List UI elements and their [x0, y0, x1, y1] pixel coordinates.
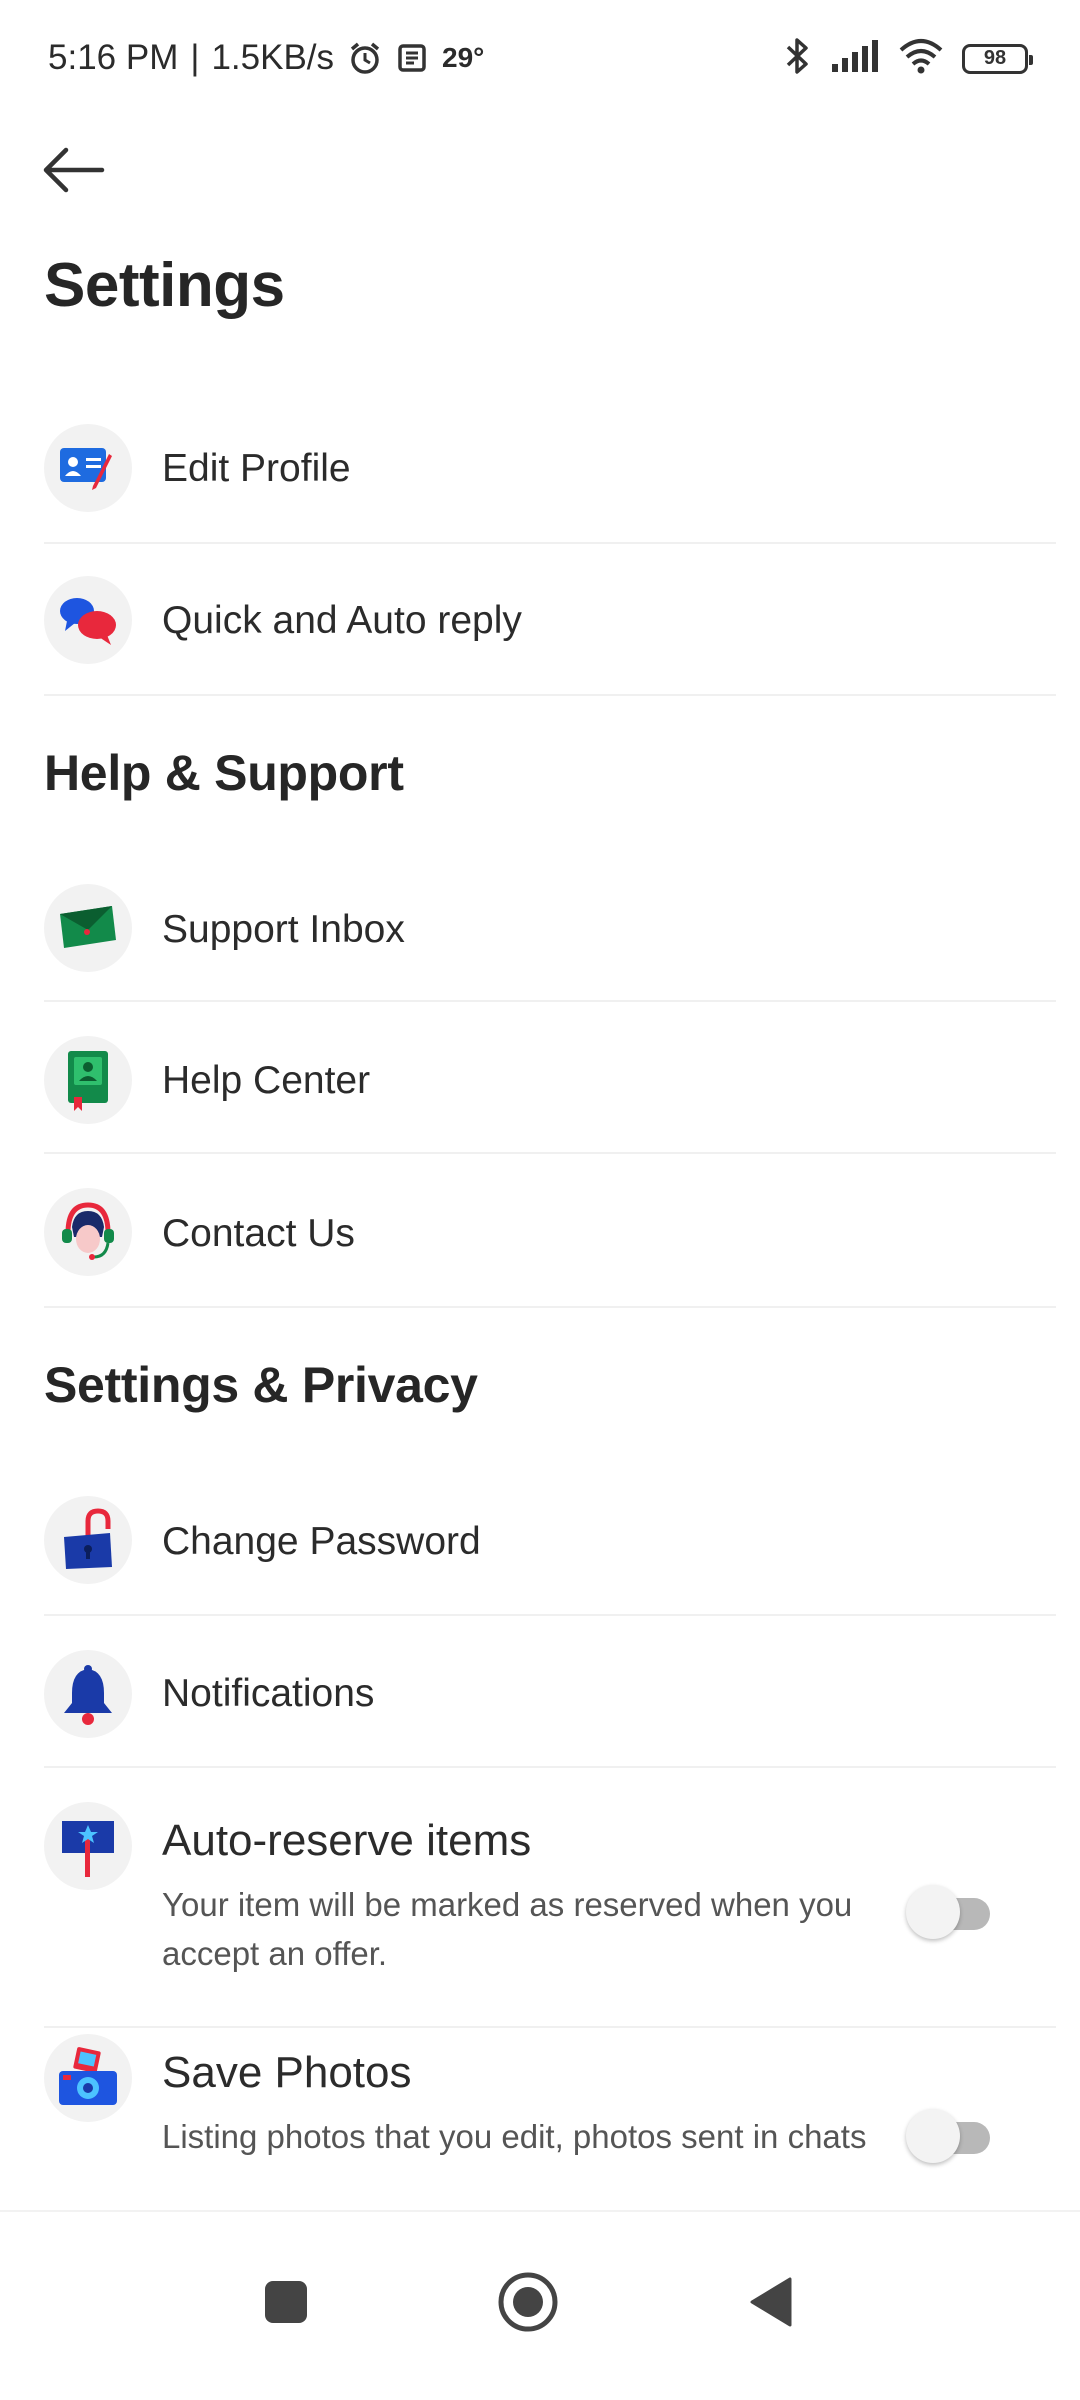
toggle-knob	[906, 1885, 960, 1939]
edit-profile-item[interactable]: Edit Profile	[44, 420, 1056, 544]
toggle-knob	[906, 2109, 960, 2163]
quick-reply-label: Quick and Auto reply	[162, 599, 522, 642]
support-inbox-label: Support Inbox	[162, 908, 405, 951]
help-center-label: Help Center	[162, 1059, 371, 1102]
bell-icon	[44, 1650, 132, 1738]
camera-icon	[44, 2034, 132, 2122]
square-icon	[265, 2281, 307, 2323]
news-icon	[396, 41, 430, 75]
status-bar: 5:16 PM | 1.5KB/s 29° 98	[0, 0, 1080, 120]
profile-card-icon	[44, 424, 132, 512]
bluetooth-icon	[782, 36, 812, 81]
settings-privacy-heading: Settings & Privacy	[44, 1357, 478, 1413]
home-button[interactable]	[478, 2252, 578, 2352]
edit-profile-label: Edit Profile	[162, 447, 351, 490]
contact-us-label: Contact Us	[162, 1212, 355, 1255]
status-right: 98	[782, 36, 1033, 81]
save-photos-toggle[interactable]	[906, 2106, 996, 2166]
contact-us-item[interactable]: Contact Us	[44, 1184, 1056, 1308]
wifi-icon	[898, 38, 944, 79]
save-photos-item: Save Photos Listing photos that you edit…	[44, 2028, 1056, 2220]
help-center-item[interactable]: Help Center	[44, 1032, 1056, 1154]
alarm-icon	[346, 39, 384, 77]
battery-icon: 98	[962, 43, 1033, 74]
status-left: 5:16 PM | 1.5KB/s 29°	[48, 38, 484, 78]
auto-reserve-item: Auto-reserve items Your item will be mar…	[44, 1798, 1056, 2028]
help-support-heading: Help & Support	[44, 745, 404, 801]
battery-level: 98	[983, 47, 1007, 69]
auto-reserve-label: Auto-reserve items	[162, 1816, 532, 1865]
status-time: 5:16 PM	[48, 38, 179, 77]
arrow-left-icon	[43, 147, 105, 193]
support-agent-icon	[44, 1188, 132, 1276]
system-navigation-bar	[0, 2210, 1080, 2400]
quick-reply-item[interactable]: Quick and Auto reply	[44, 574, 1056, 696]
change-password-item[interactable]: Change Password	[44, 1492, 1056, 1616]
support-inbox-item[interactable]: Support Inbox	[44, 880, 1056, 1002]
notifications-label: Notifications	[162, 1672, 375, 1715]
triangle-back-icon	[750, 2277, 792, 2327]
home-circle-icon	[498, 2272, 558, 2332]
change-password-label: Change Password	[162, 1520, 481, 1563]
signal-icon	[830, 38, 880, 79]
envelope-icon	[44, 884, 132, 972]
back-nav-button[interactable]	[720, 2252, 820, 2352]
save-photos-description: Listing photos that you edit, photos sen…	[162, 2118, 867, 2155]
chat-bubbles-icon	[44, 576, 132, 664]
page-title: Settings	[44, 251, 285, 320]
status-speed: 1.5KB/s	[211, 38, 335, 77]
lock-icon	[44, 1496, 132, 1584]
auto-reserve-description: Your item will be marked as reserved whe…	[162, 1886, 853, 1972]
back-button[interactable]	[40, 140, 120, 200]
status-separator: |	[190, 38, 200, 77]
notifications-item[interactable]: Notifications	[44, 1646, 1056, 1768]
reserved-sign-icon	[44, 1802, 132, 1890]
recents-button[interactable]	[236, 2252, 336, 2352]
auto-reserve-toggle[interactable]	[906, 1882, 996, 1942]
status-temperature: 29°	[442, 42, 485, 73]
save-photos-label: Save Photos	[162, 2048, 412, 2097]
help-book-icon	[44, 1036, 132, 1124]
